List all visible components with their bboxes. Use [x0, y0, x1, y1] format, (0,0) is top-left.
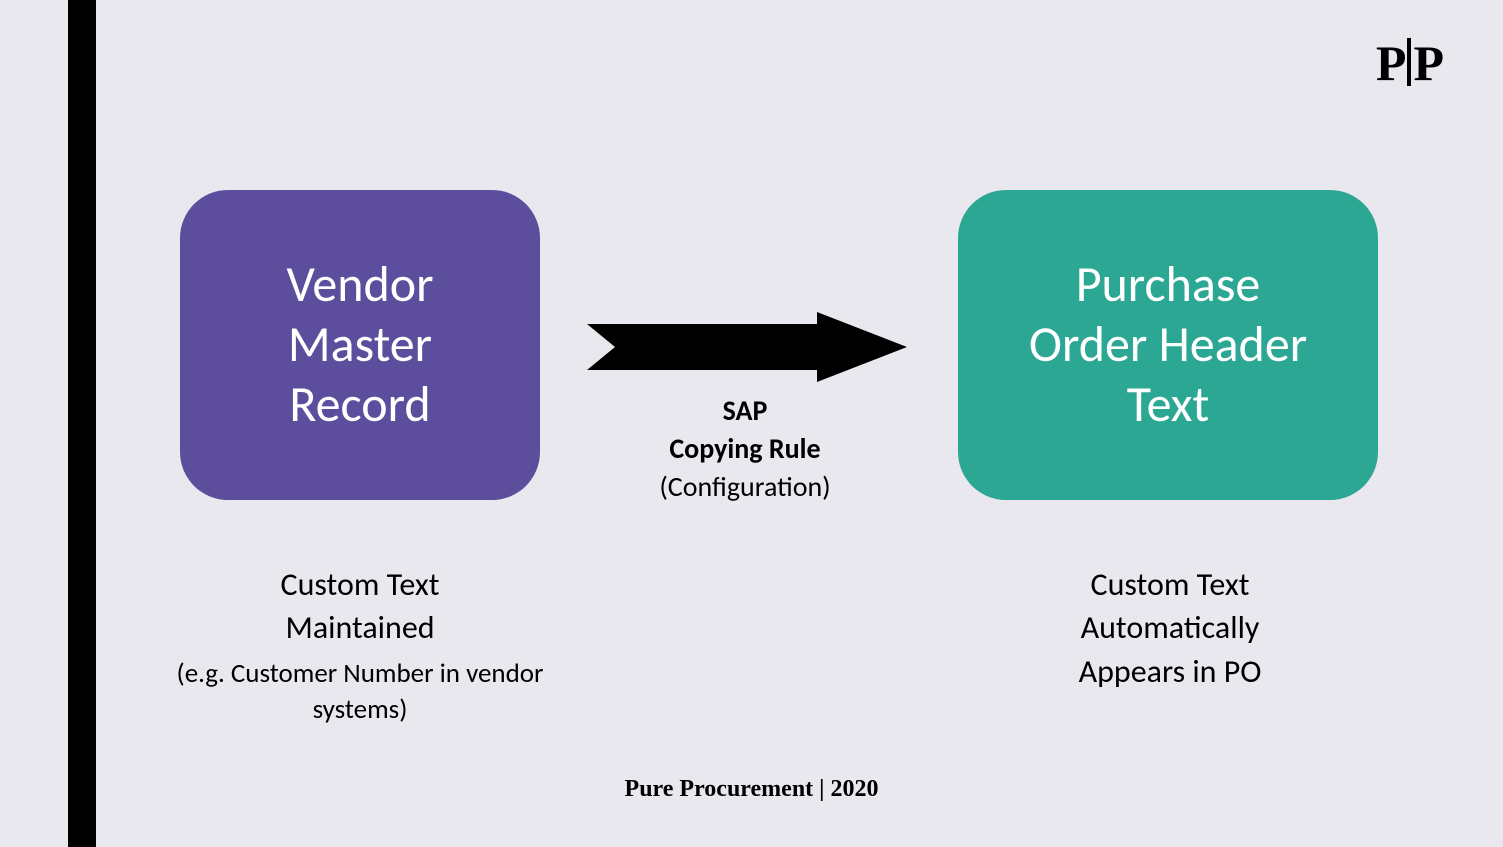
vendor-caption-main: Custom Text Maintained: [281, 565, 440, 647]
arrow-label-line3: (Configuration): [560, 468, 930, 506]
vendor-caption-sub: (e.g. Customer Number in vendor systems): [120, 656, 600, 729]
po-caption-main: Custom Text Automatically Appears in PO: [1079, 565, 1262, 690]
slide-footer: Pure Procurement | 2020: [0, 776, 1503, 803]
arrow-label: SAP Copying Rule (Configuration): [560, 392, 930, 505]
footer-text: Pure Procurement | 2020: [625, 776, 879, 802]
diagram-canvas: Vendor Master Record Custom Text Maintai…: [0, 0, 1503, 847]
flow-arrow-icon: [587, 312, 907, 382]
arrow-label-line2: Copying Rule: [560, 430, 930, 468]
vendor-master-record-box: Vendor Master Record: [180, 190, 540, 500]
arrow-label-line1: SAP: [560, 392, 930, 430]
po-header-text-title: Purchase Order Header Text: [1029, 255, 1307, 435]
po-header-text-box: Purchase Order Header Text: [958, 190, 1378, 500]
vendor-master-record-title: Vendor Master Record: [286, 255, 433, 435]
vendor-master-record-caption: Custom Text Maintained (e.g. Customer Nu…: [120, 520, 600, 772]
po-header-text-caption: Custom Text Automatically Appears in PO: [960, 520, 1380, 693]
